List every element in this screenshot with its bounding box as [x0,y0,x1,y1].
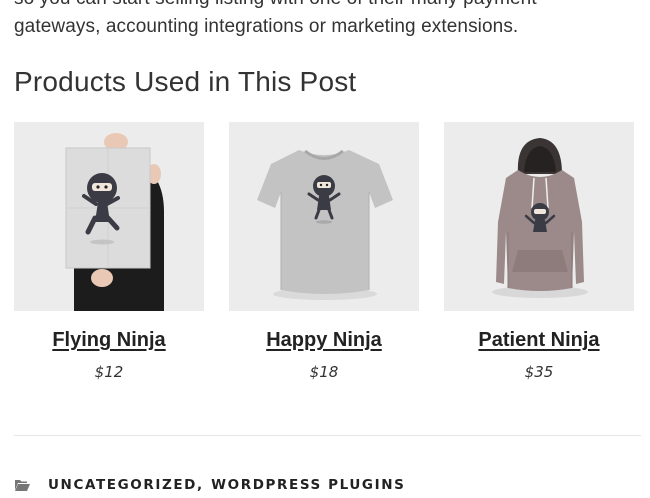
folder-icon [15,480,30,491]
divider [14,435,641,436]
product-name-link[interactable]: Happy Ninja [229,329,419,352]
product-image-link[interactable] [229,122,419,311]
product-card: Patient Ninja $35 [444,122,634,381]
product-name-link[interactable]: Flying Ninja [14,329,204,352]
category-separator: , [197,477,203,493]
category-link-uncategorized[interactable]: UNCATEGORIZED [48,477,197,493]
section-title: Products Used in This Post [14,66,357,97]
article-text-line: so you can start selling listing with on… [14,0,537,10]
product-name-link[interactable]: Patient Ninja [444,329,634,352]
product-card: Flying Ninja $12 [14,122,204,381]
post-categories: UNCATEGORIZED , WORDPRESS PLUGINS [14,475,405,495]
product-price: $18 [309,363,339,381]
category-link-wordpress-plugins[interactable]: WORDPRESS PLUGINS [211,477,405,493]
product-price: $35 [524,363,554,381]
product-image-link[interactable] [14,122,204,311]
article-text-line: gateways, accounting integrations or mar… [14,16,519,37]
product-price: $12 [94,363,124,381]
product-image-link[interactable] [444,122,634,311]
ninja-poster-image [14,122,204,311]
ninja-tshirt-image [229,122,419,311]
ninja-hoodie-image [444,122,634,311]
product-card: Happy Ninja $18 [229,122,419,381]
